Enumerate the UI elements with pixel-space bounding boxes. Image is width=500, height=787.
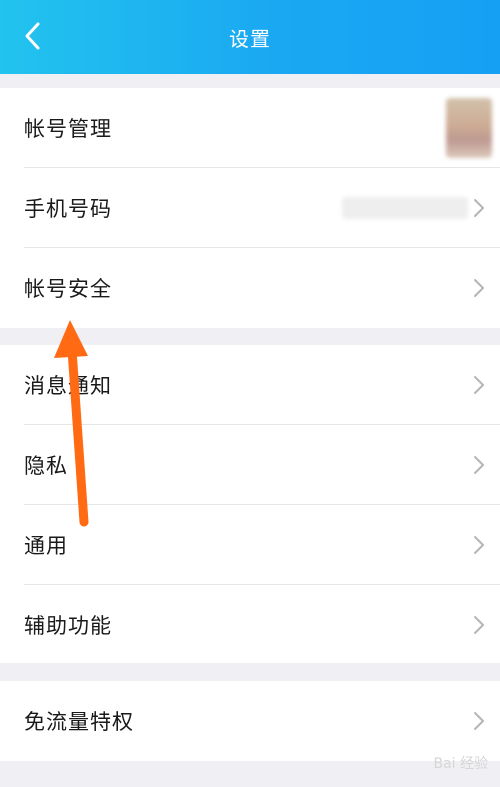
chevron-left-icon (25, 22, 40, 50)
chevron-right-icon (474, 279, 484, 297)
phone-number-value (342, 197, 468, 219)
settings-item-label: 消息通知 (24, 374, 112, 398)
chevron-right-icon (474, 199, 484, 217)
avatar (446, 98, 492, 158)
settings-item-label: 辅助功能 (24, 614, 112, 638)
settings-item-account-security[interactable]: 帐号安全 (0, 248, 500, 328)
settings-item-phone-number[interactable]: 消息通知 手机号码 (0, 168, 500, 248)
settings-item-label: 手机号码 (24, 197, 112, 221)
settings-item-privacy[interactable]: 隐私 (0, 425, 500, 505)
settings-item-general[interactable]: 通用 (0, 505, 500, 585)
settings-item-label: 帐号安全 (24, 277, 112, 301)
settings-item-label: 免流量特权 (24, 710, 134, 734)
page-title: 设置 (229, 26, 271, 51)
settings-item-label: 通用 (24, 534, 68, 558)
back-button[interactable] (10, 14, 54, 58)
settings-item-notifications[interactable]: 消息通知 (0, 345, 500, 425)
chevron-right-icon (474, 376, 484, 394)
settings-item-label: 隐私 (24, 454, 68, 478)
chevron-right-icon (474, 712, 484, 730)
title-bar: 设置 (0, 0, 500, 74)
chevron-right-icon (474, 456, 484, 474)
chevron-right-icon (474, 536, 484, 554)
chevron-right-icon (474, 616, 484, 634)
settings-item-label: 帐号管理 (24, 117, 112, 141)
settings-item-accessibility[interactable]: 辅助功能 (0, 585, 500, 665)
settings-item-free-data-privilege[interactable]: 免流量特权 (0, 681, 500, 761)
settings-group-data: 免流量特权 (0, 681, 500, 761)
settings-group-general: 消息通知 隐私 通用 辅助功能 (0, 345, 500, 663)
settings-item-account-management[interactable]: 帐号管理 (0, 88, 500, 168)
watermark: Bai 经验 (433, 756, 488, 772)
settings-group-account: 帐号管理 消息通知 手机号码 帐号安全 (0, 88, 500, 328)
